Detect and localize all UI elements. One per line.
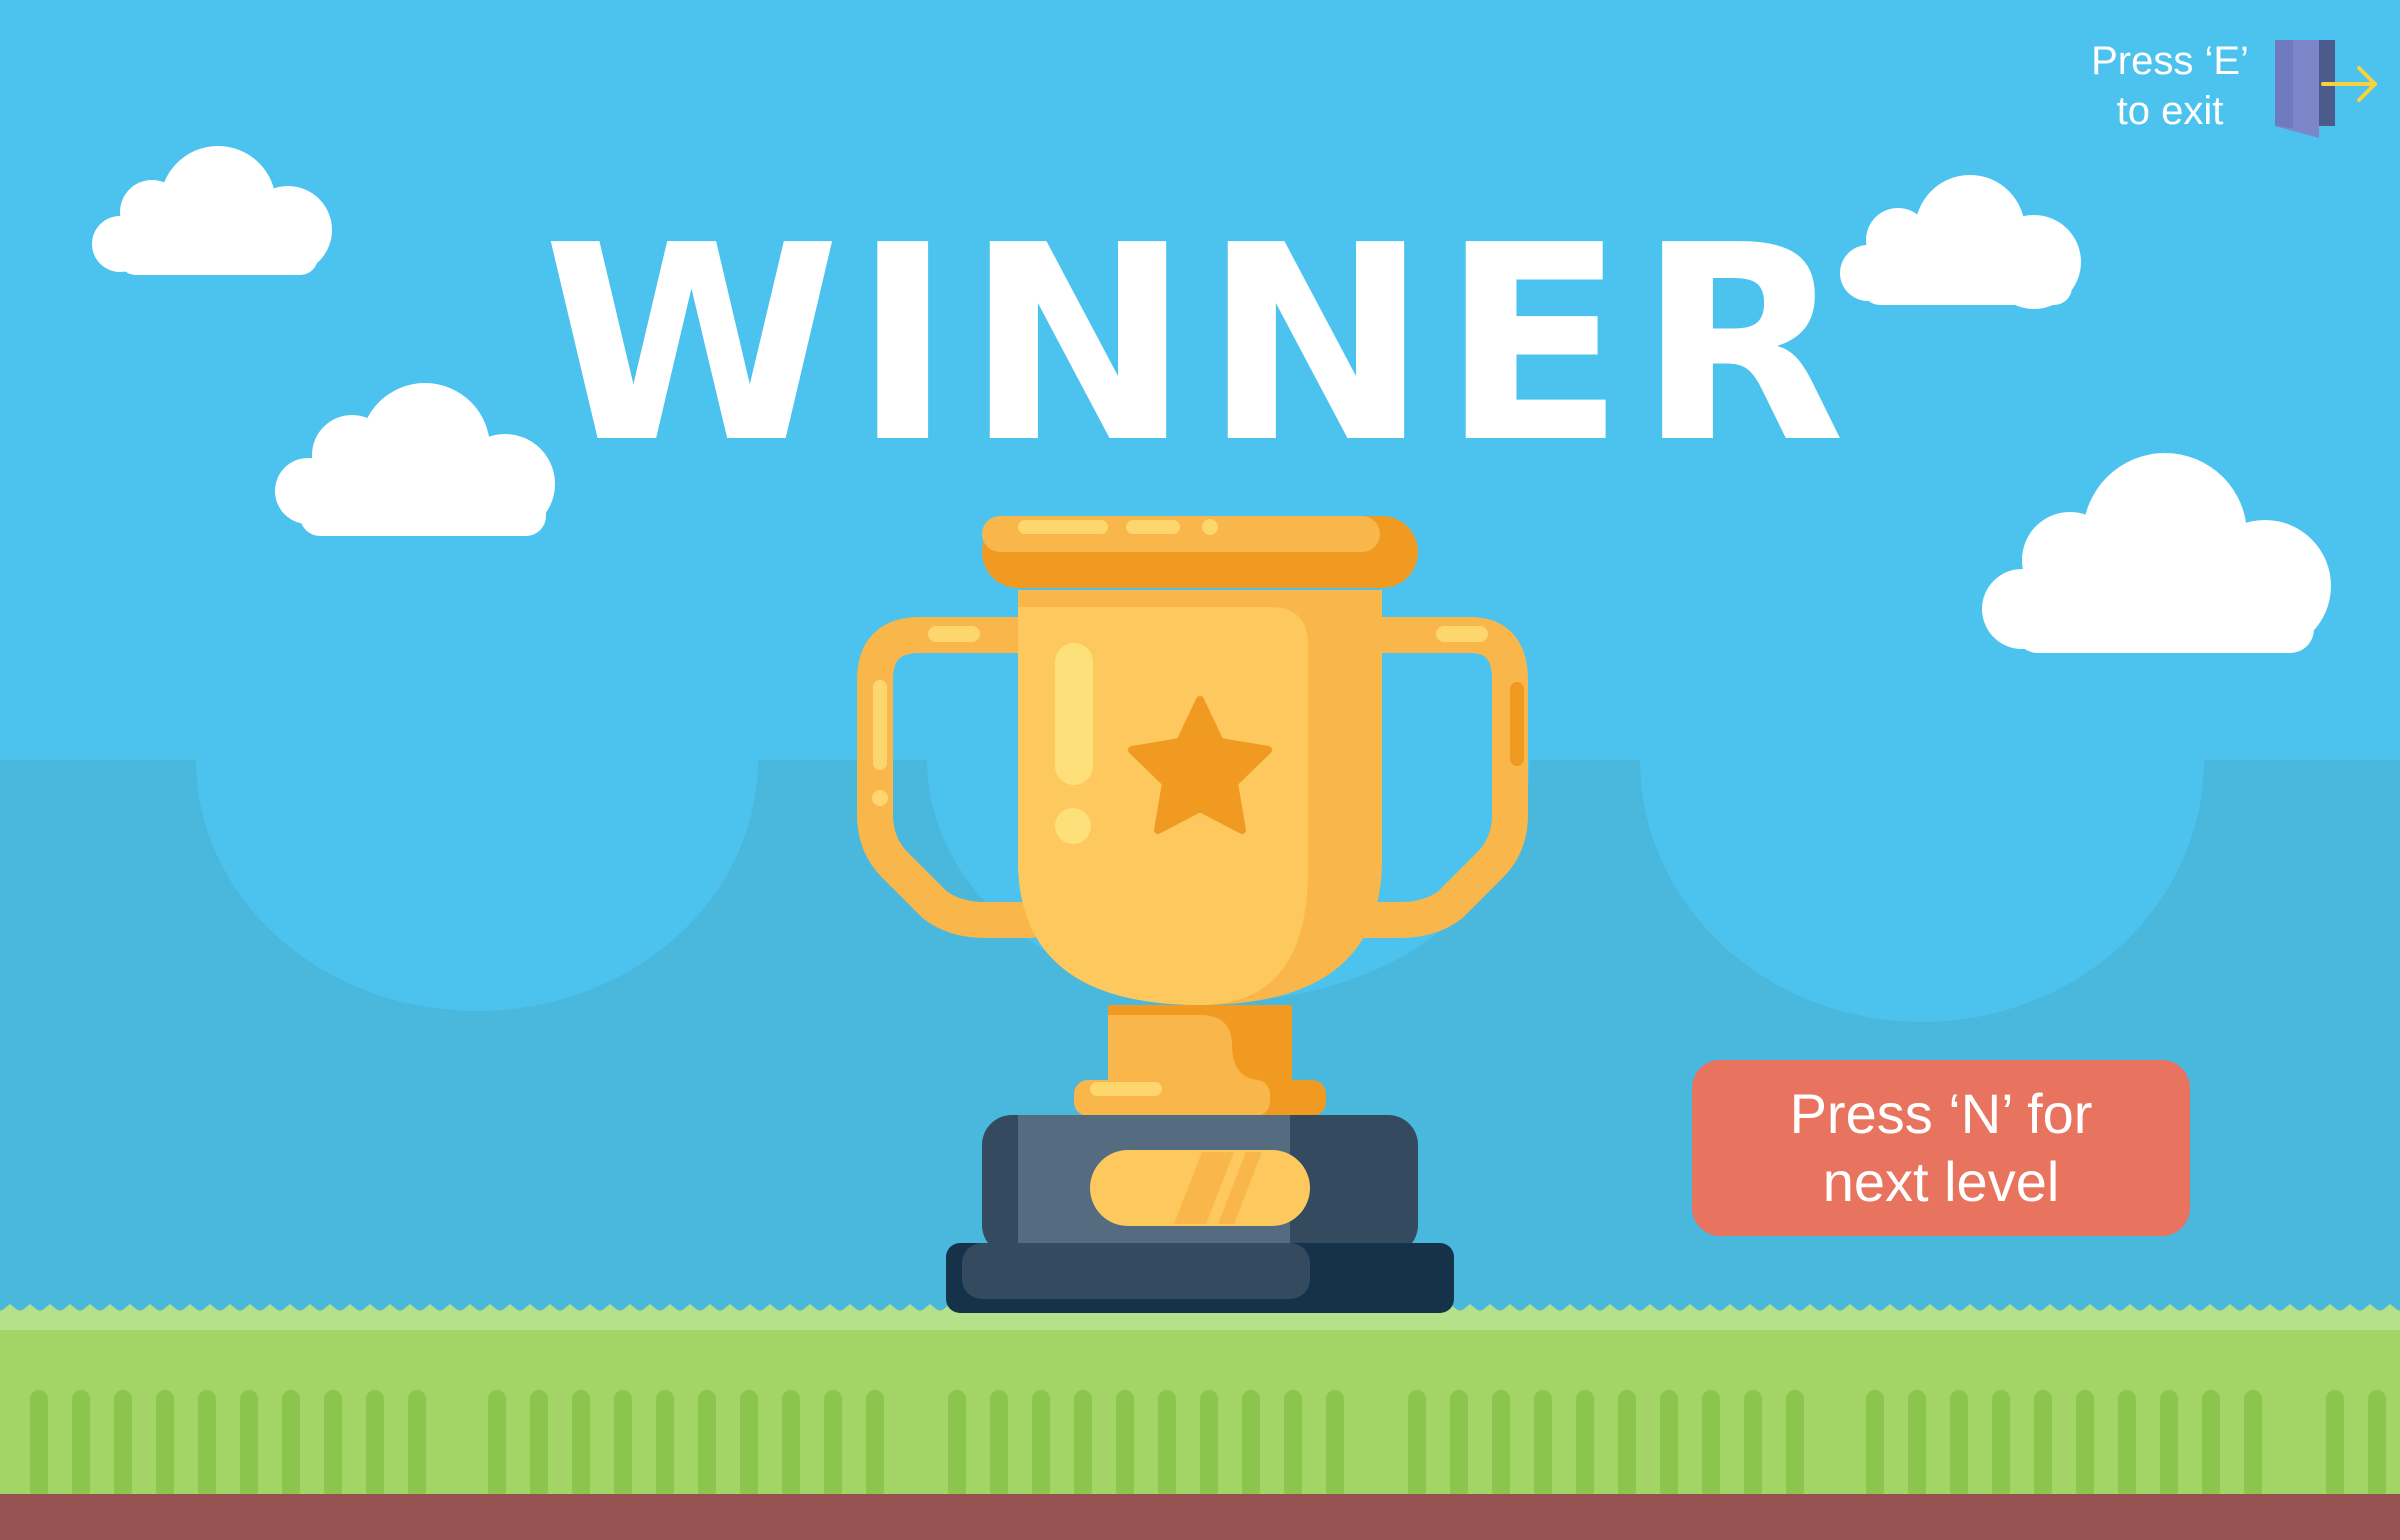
grass-stripe bbox=[324, 1390, 342, 1500]
game-scene: WINNER Press ‘E’ to exit Press ‘N’ for n… bbox=[0, 0, 2400, 1540]
grass-stripe bbox=[1492, 1390, 1510, 1500]
exit-hint-line-1: Press ‘E’ bbox=[2091, 39, 2249, 83]
grass-stripe bbox=[2076, 1390, 2094, 1500]
grass-stripe bbox=[656, 1390, 674, 1500]
exit-hint-text: Press ‘E’ to exit bbox=[2060, 36, 2280, 136]
grass-stripe bbox=[2034, 1390, 2052, 1500]
next-level-line-2: next level bbox=[1822, 1150, 2060, 1213]
grass-stripe bbox=[2160, 1390, 2178, 1500]
grass-stripe bbox=[1702, 1390, 1720, 1500]
grass-stripe bbox=[1950, 1390, 1968, 1500]
grass-stripe bbox=[990, 1390, 1008, 1500]
grass-stripe bbox=[1744, 1390, 1762, 1500]
grass-stripe bbox=[1200, 1390, 1218, 1500]
grass-stripe bbox=[782, 1390, 800, 1500]
grass-stripe bbox=[2326, 1390, 2344, 1500]
exit-hint-line-2: to exit bbox=[2116, 89, 2224, 133]
grass-stripe bbox=[740, 1390, 758, 1500]
grass-stripe bbox=[240, 1390, 258, 1500]
grass-stripe bbox=[948, 1390, 966, 1500]
grass-stripe bbox=[1576, 1390, 1594, 1500]
grass-stripe bbox=[1116, 1390, 1134, 1500]
grass-stripe bbox=[72, 1390, 90, 1500]
grass-stripe bbox=[114, 1390, 132, 1500]
grass-stripe bbox=[1618, 1390, 1636, 1500]
grass-stripe bbox=[1284, 1390, 1302, 1500]
next-level-button[interactable]: Press ‘N’ for next level bbox=[1692, 1060, 2190, 1236]
grass-stripe bbox=[2202, 1390, 2220, 1500]
grass-stripe bbox=[866, 1390, 884, 1500]
grass-stripe bbox=[1074, 1390, 1092, 1500]
grass-stripe bbox=[1908, 1390, 1926, 1500]
winner-title: WINNER bbox=[542, 187, 1858, 502]
grass-stripe bbox=[1450, 1390, 1468, 1500]
grass-stripe bbox=[2244, 1390, 2262, 1500]
grass-stripe bbox=[282, 1390, 300, 1500]
grass-stripe bbox=[1242, 1390, 1260, 1500]
exit-hint[interactable]: Press ‘E’ to exit bbox=[2060, 30, 2380, 150]
grass-stripe bbox=[698, 1390, 716, 1500]
soil bbox=[0, 1494, 2400, 1540]
grass-stripe bbox=[366, 1390, 384, 1500]
exit-door-icon[interactable] bbox=[2275, 34, 2385, 144]
grass-stripe bbox=[156, 1390, 174, 1500]
grass-stripe bbox=[1408, 1390, 1426, 1500]
grass-stripe bbox=[824, 1390, 842, 1500]
grass-stripe bbox=[1866, 1390, 1884, 1500]
grass-stripe bbox=[1786, 1390, 1804, 1500]
grass-stripe bbox=[1534, 1390, 1552, 1500]
grass-stripe bbox=[572, 1390, 590, 1500]
grass-stripe bbox=[198, 1390, 216, 1500]
grass-stripe bbox=[1032, 1390, 1050, 1500]
grass-stripe bbox=[614, 1390, 632, 1500]
grass-stripe bbox=[1660, 1390, 1678, 1500]
grass-stripe bbox=[2118, 1390, 2136, 1500]
grass-stripe bbox=[30, 1390, 48, 1500]
grass-stripe bbox=[530, 1390, 548, 1500]
grass-stripe bbox=[488, 1390, 506, 1500]
grass-stripe bbox=[1326, 1390, 1344, 1500]
grass-stripe bbox=[408, 1390, 426, 1500]
next-level-line-1: Press ‘N’ for bbox=[1789, 1082, 2093, 1145]
grass-stripe bbox=[1158, 1390, 1176, 1500]
grass-stripe bbox=[2368, 1390, 2386, 1500]
grass-stripe bbox=[1992, 1390, 2010, 1500]
